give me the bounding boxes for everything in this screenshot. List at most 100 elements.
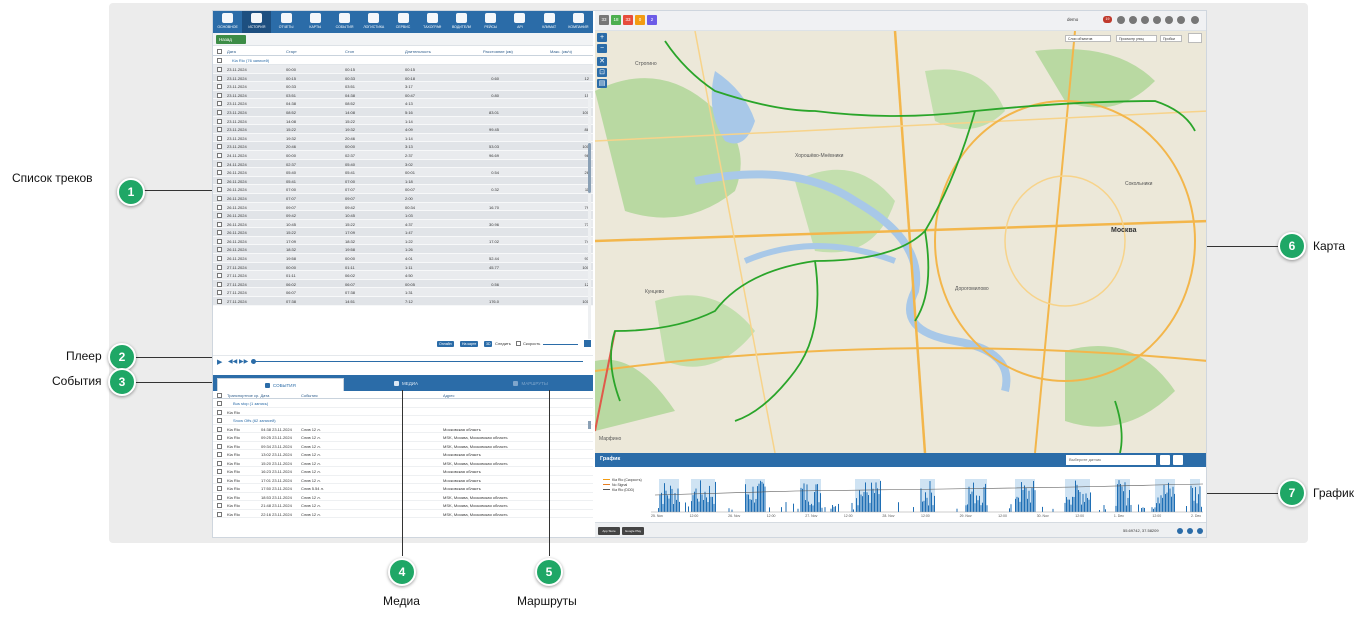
play-icon[interactable]: ▶	[217, 359, 222, 366]
col-event[interactable]: События	[301, 393, 318, 398]
power-icon[interactable]	[1191, 16, 1199, 24]
event-row[interactable]: Kia Rio 21:48 23.11.2024 Слив 12 л. MSK, Мо…	[213, 501, 593, 510]
nav-item[interactable]: РЕЙСЫ	[476, 11, 505, 33]
tab-routes[interactable]: МАРШРУТЫ	[468, 375, 593, 391]
tracks-group[interactable]: Kia Rio (76 записей)	[213, 56, 593, 65]
table-row[interactable]: 26.11.2024 17:09 18:32 1:22 17.02 74	[213, 236, 593, 246]
row-checkbox[interactable]	[217, 230, 222, 236]
col-start[interactable]: Старт	[286, 49, 297, 54]
table-row[interactable]: 26.11.2024 07:07 09:07 2:00	[213, 193, 593, 203]
row-checkbox[interactable]	[217, 511, 222, 517]
row-checkbox[interactable]	[217, 161, 222, 167]
row-checkbox[interactable]	[217, 290, 222, 296]
table-row[interactable]: 27.11.2024 06:07 07:38 1:31	[213, 288, 593, 298]
table-row[interactable]: 26.11.2024 09:42 10:45 1:03	[213, 211, 593, 220]
follow-checkbox[interactable]	[516, 341, 521, 346]
table-row[interactable]: 23.11.2024 19:32 20:46 1:14	[213, 133, 593, 143]
sensor-select[interactable]: Выберите датчик	[1066, 455, 1156, 465]
event-row[interactable]: Kia Rio 09:34 23.11.2024 Слив 12 л. MSK, Мо…	[213, 442, 593, 450]
zoom-out-button[interactable]: −	[597, 44, 607, 53]
nav-item[interactable]: ЛОГИСТИКА	[359, 11, 388, 33]
event-row[interactable]: Kia Rio 16:23 23.11.2024 Слив 12 л. Московс…	[213, 467, 593, 476]
col-max-speed[interactable]: Макс. (км/ч)	[550, 49, 572, 54]
table-row[interactable]: 24.11.2024 02:37 05:40 3:02	[213, 159, 593, 169]
row-checkbox[interactable]	[217, 152, 222, 158]
event-row[interactable]: Kia Rio 09:25 23.11.2024 Слив 12 л. MSK, Мо…	[213, 433, 593, 442]
nav-item[interactable]: ИСТОРИЯ	[242, 11, 272, 33]
status-counter[interactable]: 33	[599, 15, 609, 25]
support-icon[interactable]	[1177, 16, 1185, 24]
nav-item[interactable]: КЛИМАТ	[535, 11, 564, 33]
row-checkbox[interactable]	[217, 238, 222, 244]
row-checkbox[interactable]	[217, 469, 222, 474]
row-checkbox[interactable]	[217, 256, 222, 262]
row-checkbox[interactable]	[217, 84, 222, 90]
row-checkbox[interactable]	[217, 135, 222, 141]
fullscreen-icon[interactable]: ✕	[597, 57, 607, 66]
row-checkbox[interactable]	[217, 75, 222, 81]
table-row[interactable]: 23.11.2024 00:15 00:33 00:18 0.60 12	[213, 73, 593, 83]
row-checkbox[interactable]	[217, 101, 222, 107]
table-row[interactable]: 23.11.2024 08:52 14:08 5:16 83.01 100	[213, 107, 593, 117]
google-play-badge[interactable]: Google Play	[622, 527, 644, 535]
fit-icon[interactable]	[584, 340, 591, 347]
row-checkbox[interactable]	[217, 144, 222, 150]
3d-button[interactable]: 3D	[484, 341, 493, 347]
speed-slider[interactable]	[543, 344, 578, 345]
player-timeline[interactable]	[253, 361, 583, 362]
table-row[interactable]: 23.11.2024 00:33 03:51 3:17	[213, 82, 593, 91]
nav-item[interactable]: ОТЧЕТЫ	[271, 11, 300, 33]
event-row[interactable]: Kia Rio 17:01 23.11.2024 Слив 12 л. Московс…	[213, 476, 593, 484]
zoom-in-button[interactable]: +	[597, 33, 607, 42]
row-checkbox[interactable]	[217, 460, 222, 466]
event-row[interactable]: Kia Rio 17:50 23.11.2024 Слив 5.54 л. Моско…	[213, 484, 593, 493]
row-checkbox[interactable]	[217, 281, 222, 287]
status-counter[interactable]: 2	[647, 15, 657, 25]
row-checkbox[interactable]	[217, 494, 222, 500]
print-icon[interactable]: ▤	[597, 79, 607, 88]
row-checkbox[interactable]	[217, 426, 222, 432]
event-row[interactable]: Kia Rio 15:20 23.11.2024 Слив 12 л. MSK, Мо…	[213, 459, 593, 467]
status-counter[interactable]: 33	[623, 15, 633, 25]
search-icon[interactable]	[1187, 528, 1193, 534]
table-row[interactable]: 27.11.2024 00:00 01:11 1:11 45.77 100	[213, 262, 593, 272]
table-row[interactable]: 26.11.2024 05:40 05:41 00:01 0.54 26	[213, 168, 593, 177]
nav-item[interactable]: КОМПАНИЯ	[564, 11, 593, 33]
row-checkbox[interactable]	[217, 213, 222, 219]
row-checkbox[interactable]	[217, 409, 222, 415]
row-checkbox[interactable]	[217, 178, 222, 184]
event-row[interactable]: Kia Rio 04:38 23.11.2024 Слив 12 л. Московс…	[213, 425, 593, 433]
nav-item[interactable]: СЕРВИС	[388, 11, 417, 33]
table-row[interactable]: 23.11.2024 14:08 15:22 1:14	[213, 116, 593, 126]
row-checkbox[interactable]	[217, 92, 222, 98]
table-row[interactable]: 23.11.2024 20:46 00:00 3:13 53.03 100	[213, 142, 593, 151]
row-checkbox[interactable]	[217, 299, 222, 305]
nav-item[interactable]: ТАХОГРАФ	[418, 11, 447, 33]
col-vehicle-date[interactable]: Транспортное ср. Дата	[227, 393, 269, 398]
rss-icon[interactable]	[1197, 528, 1203, 534]
event-row[interactable]: Kia Rio 18:53 23.11.2024 Слив 12 л. MSK, Мо…	[213, 493, 593, 501]
col-date[interactable]: Дата	[227, 49, 236, 54]
row-checkbox[interactable]	[217, 477, 222, 483]
events-select-all[interactable]	[217, 393, 222, 398]
table-row[interactable]: 27.11.2024 07:38 14:51 7:12 176.0 101	[213, 297, 593, 306]
nav-item[interactable]: ВОДИТЕЛИ	[447, 11, 476, 33]
notifications-icon[interactable]: 19	[1103, 16, 1112, 23]
group-checkbox[interactable]	[217, 58, 222, 63]
event-group[interactable]: Snow Offs (62 записей)	[213, 416, 593, 425]
player-thumb[interactable]	[251, 359, 256, 364]
fast-forward-icon[interactable]: ▶▶	[239, 359, 248, 366]
share-icon[interactable]	[1177, 528, 1183, 534]
row-checkbox[interactable]	[217, 221, 222, 227]
row-checkbox[interactable]	[217, 118, 222, 124]
col-address[interactable]: Адрес	[443, 393, 454, 398]
map-view[interactable]: Москва Марфино Кунцево Дорогомилово Соко…	[595, 31, 1206, 453]
table-row[interactable]: 26.11.2024 10:45 15:22 4:37 30.96 73	[213, 219, 593, 229]
chart-list-icon[interactable]	[1160, 455, 1170, 465]
row-checkbox[interactable]	[217, 443, 222, 449]
map-layers-icon[interactable]	[1188, 33, 1202, 43]
row-checkbox[interactable]	[217, 170, 222, 176]
table-row[interactable]: 26.11.2024 09:07 09:42 00:34 16.70 79	[213, 202, 593, 212]
back-button[interactable]: Назад	[216, 35, 246, 44]
tab-media[interactable]: МЕДИА	[344, 375, 469, 391]
